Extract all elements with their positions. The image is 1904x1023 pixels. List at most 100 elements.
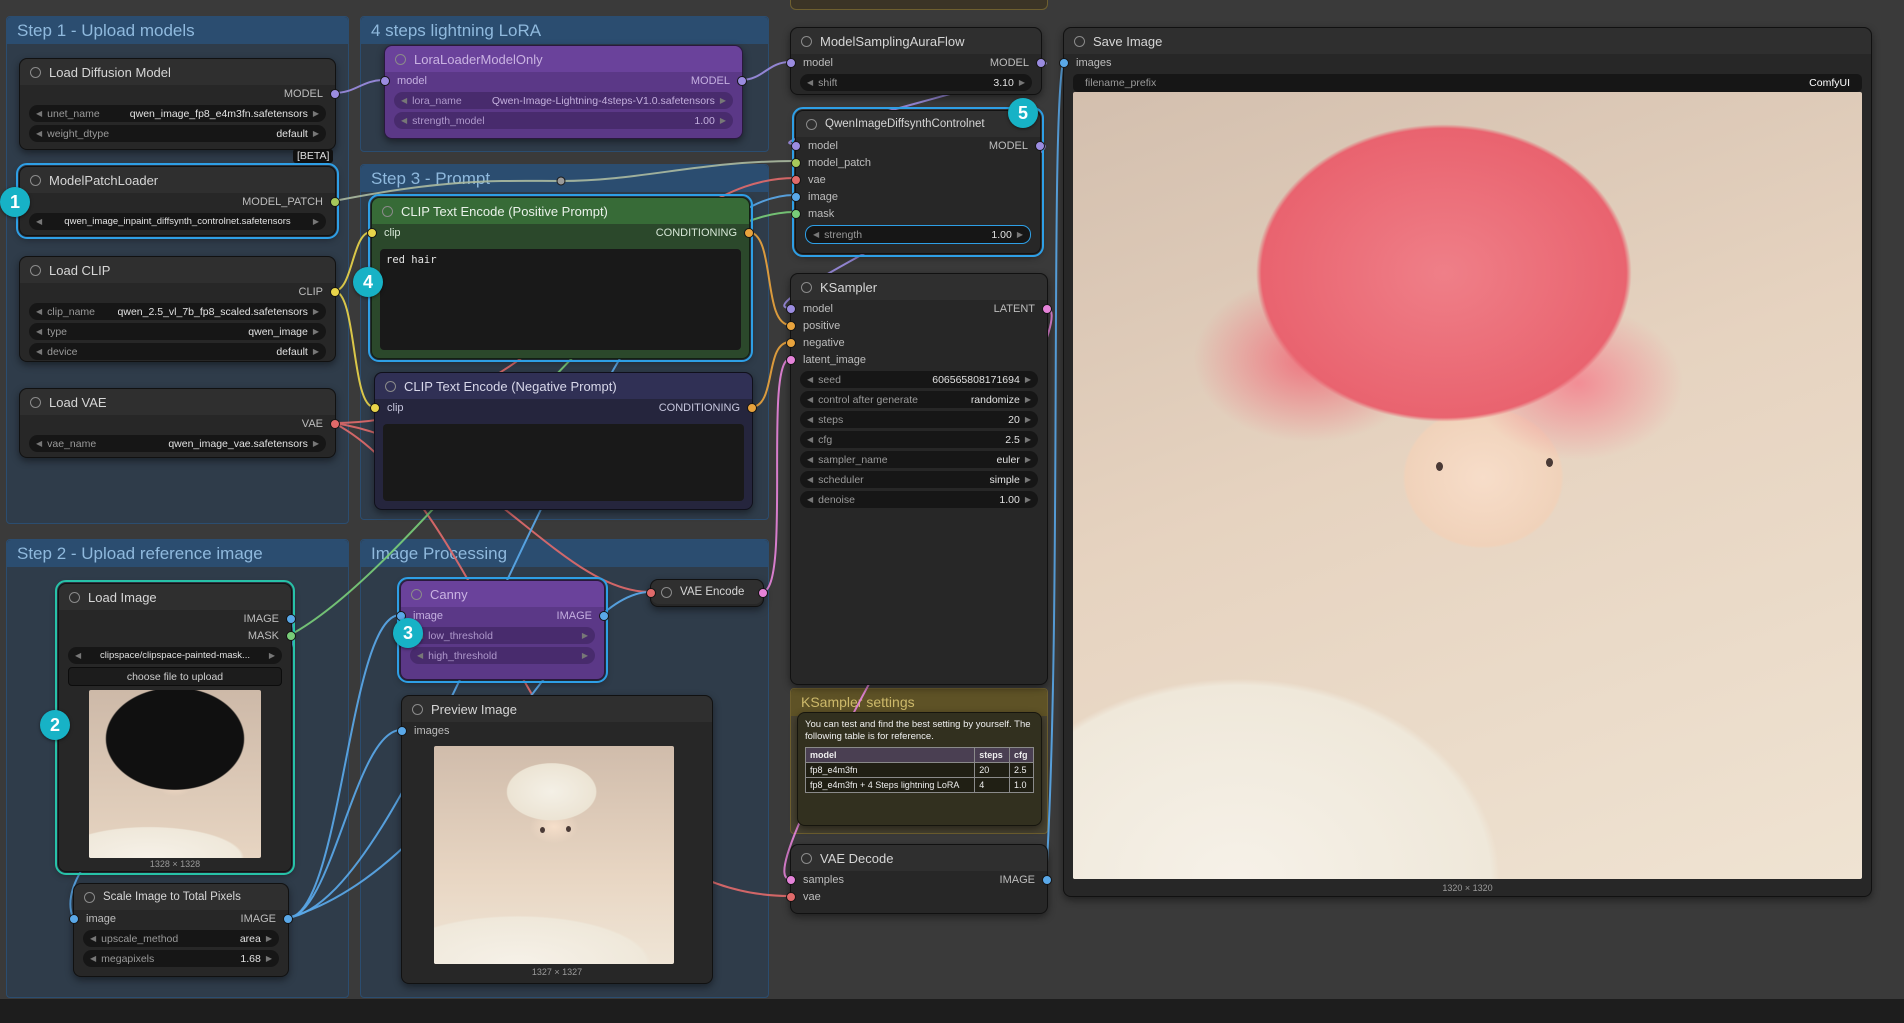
input-dot-model-patch[interactable] — [791, 158, 801, 168]
input-dot-images[interactable] — [1059, 58, 1069, 68]
node-qwen-image-diffsynth-controlnet[interactable]: QwenImageDiffsynthControlnet model MODEL… — [795, 110, 1041, 254]
widget-high-threshold[interactable]: ◀ high_threshold ▶ — [410, 647, 595, 664]
output-dot-vae[interactable] — [330, 419, 340, 429]
widget-image-file[interactable]: ◀ clipspace/clipspace-painted-mask... ▶ — [68, 647, 282, 664]
input-dot-vae[interactable] — [786, 892, 796, 902]
widget-megapixels[interactable]: ◀ megapixels 1.68 ▶ — [83, 950, 279, 967]
node-graph-canvas[interactable]: Step 1 - Upload models 4 steps lightning… — [0, 0, 1904, 1023]
collapse-dot-icon[interactable] — [801, 282, 812, 293]
combo-left-arrow-icon[interactable]: ◀ — [36, 439, 42, 448]
combo-left-arrow-icon[interactable]: ◀ — [36, 347, 42, 356]
output-dot-model[interactable] — [330, 89, 340, 99]
node-title-bar[interactable]: Load VAE — [20, 389, 335, 415]
combo-left-arrow-icon[interactable]: ◀ — [90, 934, 96, 943]
widget-strength-model[interactable]: ◀ strength_model 1.00 ▶ — [394, 112, 733, 129]
input-dot-clip[interactable] — [370, 403, 380, 413]
widget-vae-name[interactable]: ◀ vae_name qwen_image_vae.safetensors ▶ — [29, 435, 326, 452]
node-note-ksampler-settings[interactable]: You can test and find the best setting b… — [797, 712, 1042, 826]
widget-scheduler[interactable]: ◀ scheduler simple ▶ — [800, 471, 1038, 488]
combo-right-arrow-icon[interactable]: ▶ — [313, 439, 319, 448]
output-dot-image[interactable] — [286, 614, 296, 624]
collapse-dot-icon[interactable] — [30, 67, 41, 78]
collapse-dot-icon[interactable] — [385, 381, 396, 392]
combo-right-arrow-icon[interactable]: ▶ — [266, 934, 272, 943]
widget-weight-dtype[interactable]: ◀ weight_dtype default ▶ — [29, 125, 326, 142]
widget-control-after-generate[interactable]: ◀ control after generate randomize ▶ — [800, 391, 1038, 408]
node-clip-text-encode-positive[interactable]: CLIP Text Encode (Positive Prompt) clip … — [371, 197, 750, 359]
collapse-dot-icon[interactable] — [30, 397, 41, 408]
input-dot-vae[interactable] — [791, 175, 801, 185]
combo-right-arrow-icon[interactable]: ▶ — [1025, 475, 1031, 484]
node-vae-encode[interactable]: VAE Encode — [650, 579, 764, 607]
combo-right-arrow-icon[interactable]: ▶ — [313, 327, 319, 336]
node-clip-text-encode-negative[interactable]: CLIP Text Encode (Negative Prompt) clip … — [374, 372, 753, 510]
combo-left-arrow-icon[interactable]: ◀ — [417, 651, 423, 660]
node-canny[interactable]: Canny image IMAGE ◀ low_threshold ▶ ◀ hi… — [400, 580, 605, 680]
combo-left-arrow-icon[interactable]: ◀ — [401, 96, 407, 105]
combo-right-arrow-icon[interactable]: ▶ — [720, 96, 726, 105]
node-save-image[interactable]: Save Image images filename_prefix ComfyU… — [1063, 27, 1872, 897]
node-lora-loader-model-only[interactable]: LoraLoaderModelOnly model MODEL ◀ lora_n… — [384, 45, 743, 139]
combo-right-arrow-icon[interactable]: ▶ — [266, 954, 272, 963]
widget-denoise[interactable]: ◀ denoise 1.00 ▶ — [800, 491, 1038, 508]
input-dot-image[interactable] — [791, 192, 801, 202]
output-dot-image[interactable] — [599, 611, 609, 621]
output-dot-model-patch[interactable] — [330, 197, 340, 207]
combo-right-arrow-icon[interactable]: ▶ — [1025, 395, 1031, 404]
input-dot-images[interactable] — [397, 726, 407, 736]
collapse-dot-icon[interactable] — [395, 54, 406, 65]
upload-file-button[interactable]: choose file to upload — [68, 667, 282, 686]
combo-left-arrow-icon[interactable]: ◀ — [807, 455, 813, 464]
node-title-bar[interactable]: CLIP Text Encode (Positive Prompt) — [372, 198, 749, 224]
combo-left-arrow-icon[interactable]: ◀ — [813, 230, 819, 239]
combo-right-arrow-icon[interactable]: ▶ — [1025, 495, 1031, 504]
node-title-bar[interactable]: VAE Encode — [651, 580, 763, 604]
output-dot-image[interactable] — [283, 914, 293, 924]
combo-left-arrow-icon[interactable]: ◀ — [807, 415, 813, 424]
combo-right-arrow-icon[interactable]: ▶ — [1017, 230, 1023, 239]
input-dot-clip[interactable] — [367, 228, 377, 238]
output-dot-conditioning[interactable] — [744, 228, 754, 238]
input-dot-model[interactable] — [380, 76, 390, 86]
collapse-dot-icon[interactable] — [806, 119, 817, 130]
reference-image-preview[interactable] — [434, 746, 674, 964]
collapse-dot-icon[interactable] — [1074, 36, 1085, 47]
combo-right-arrow-icon[interactable]: ▶ — [1019, 78, 1025, 87]
widget-device[interactable]: ◀ device default ▶ — [29, 343, 326, 360]
collapse-dot-icon[interactable] — [411, 589, 422, 600]
node-load-clip[interactable]: Load CLIP CLIP ◀ clip_name qwen_2.5_vl_7… — [19, 256, 336, 362]
combo-right-arrow-icon[interactable]: ▶ — [1025, 415, 1031, 424]
combo-left-arrow-icon[interactable]: ◀ — [807, 475, 813, 484]
generated-image-preview[interactable] — [1073, 92, 1862, 879]
input-dot-negative[interactable] — [786, 338, 796, 348]
input-dot-model[interactable] — [791, 141, 801, 151]
combo-right-arrow-icon[interactable]: ▶ — [313, 217, 319, 226]
collapse-dot-icon[interactable] — [84, 892, 95, 903]
widget-patch-name[interactable]: ◀ qwen_image_inpaint_diffsynth_controlne… — [29, 213, 326, 230]
collapse-dot-icon[interactable] — [30, 265, 41, 276]
node-title-bar[interactable]: Preview Image — [402, 696, 712, 722]
node-title-bar[interactable]: Load Diffusion Model — [20, 59, 335, 85]
node-title-bar[interactable]: Canny — [401, 581, 604, 607]
node-model-sampling-auraflow[interactable]: ModelSamplingAuraFlow model MODEL ◀ shif… — [790, 27, 1042, 95]
widget-steps[interactable]: ◀ steps 20 ▶ — [800, 411, 1038, 428]
collapse-dot-icon[interactable] — [69, 592, 80, 603]
combo-left-arrow-icon[interactable]: ◀ — [36, 109, 42, 118]
node-title-bar[interactable]: ModelPatchLoader — [20, 167, 335, 193]
collapse-dot-icon[interactable] — [412, 704, 423, 715]
node-load-diffusion-model[interactable]: Load Diffusion Model MODEL ◀ unet_name q… — [19, 58, 336, 150]
combo-right-arrow-icon[interactable]: ▶ — [582, 631, 588, 640]
combo-right-arrow-icon[interactable]: ▶ — [720, 116, 726, 125]
input-dot-mask[interactable] — [791, 209, 801, 219]
output-dot-clip[interactable] — [330, 287, 340, 297]
node-load-vae[interactable]: Load VAE VAE ◀ vae_name qwen_image_vae.s… — [19, 388, 336, 458]
node-title-bar[interactable]: KSampler — [791, 274, 1047, 300]
collapse-dot-icon[interactable] — [382, 206, 393, 217]
combo-right-arrow-icon[interactable]: ▶ — [1025, 375, 1031, 384]
node-title-bar[interactable]: QwenImageDiffsynthControlnet — [796, 111, 1040, 137]
combo-right-arrow-icon[interactable]: ▶ — [313, 129, 319, 138]
combo-right-arrow-icon[interactable]: ▶ — [269, 651, 275, 660]
prompt-textarea[interactable] — [383, 424, 744, 501]
input-dot-samples[interactable] — [786, 875, 796, 885]
masked-image-preview[interactable] — [89, 690, 261, 858]
